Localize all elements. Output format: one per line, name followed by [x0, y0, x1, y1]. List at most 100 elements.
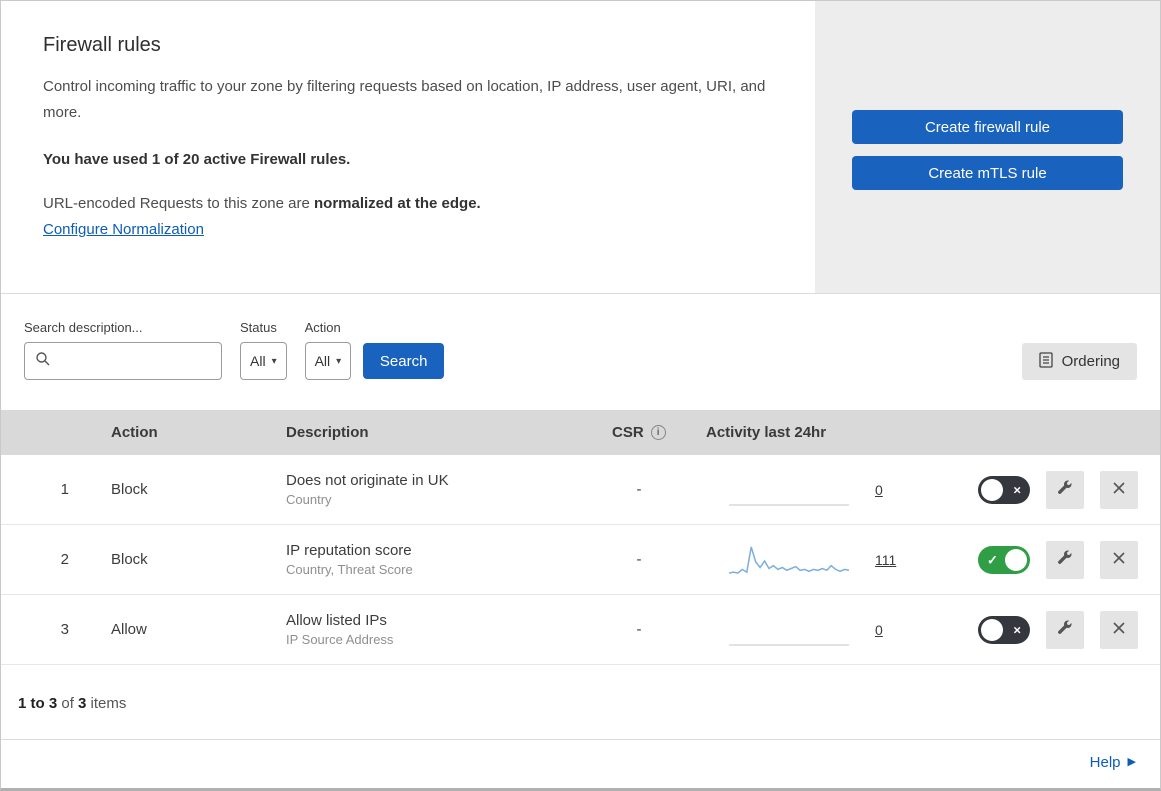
- rule-csr: -: [636, 551, 642, 568]
- edit-rule-button[interactable]: [1046, 610, 1084, 649]
- search-input-box[interactable]: [24, 342, 222, 380]
- table-row: 3 Allow Allow listed IPs IP Source Addre…: [1, 595, 1160, 665]
- page-description: Control incoming traffic to your zone by…: [43, 78, 766, 121]
- column-description: Description: [286, 424, 369, 441]
- column-csr: CSR i: [589, 424, 689, 441]
- rule-activity-cell: 111: [689, 542, 929, 578]
- close-icon: [1112, 551, 1126, 568]
- activity-count-link[interactable]: 0: [875, 622, 901, 638]
- column-action: Action: [111, 424, 158, 441]
- activity-sparkline: [729, 612, 849, 648]
- table-row: 2 Block IP reputation score Country, Thr…: [1, 525, 1160, 595]
- close-icon: [1112, 621, 1126, 638]
- create-mtls-rule-button[interactable]: Create mTLS rule: [852, 156, 1123, 190]
- normalization-bold-text: normalized at the edge.: [314, 195, 481, 212]
- rule-description-cell: Allow listed IPs IP Source Address: [264, 612, 589, 647]
- enable-toggle[interactable]: ×: [978, 615, 1030, 644]
- normalization-text: URL-encoded Requests to this zone are: [43, 195, 314, 212]
- actions-panel: Create firewall rule Create mTLS rule: [815, 1, 1160, 293]
- column-csr-label: CSR: [612, 424, 644, 441]
- overview-section: Firewall rules Control incoming traffic …: [1, 1, 1160, 294]
- items-count: 1 to 3 of 3 items: [1, 665, 1160, 739]
- rule-description: Allow listed IPs: [286, 612, 387, 629]
- delete-rule-button[interactable]: [1100, 470, 1138, 509]
- chevron-right-icon: ▶: [1127, 756, 1136, 768]
- search-group: Search description...: [24, 320, 222, 380]
- table-header: Action Description CSR i Activity last 2…: [1, 410, 1160, 455]
- create-firewall-rule-button[interactable]: Create firewall rule: [852, 110, 1123, 144]
- action-select-value: All: [314, 353, 331, 369]
- rule-description: IP reputation score: [286, 542, 412, 559]
- rule-fields: Country, Threat Score: [286, 562, 413, 577]
- activity-sparkline: [729, 472, 849, 508]
- wrench-icon: [1057, 550, 1073, 569]
- items-suffix: items: [86, 695, 127, 712]
- activity-count-link[interactable]: 111: [875, 552, 901, 568]
- firewall-overview-panel: Firewall rules Control incoming traffic …: [1, 1, 815, 293]
- rule-fields: Country: [286, 492, 332, 507]
- rule-csr: -: [636, 621, 642, 638]
- help-link[interactable]: Help ▶: [1090, 754, 1136, 771]
- toggle-knob: [981, 618, 1003, 641]
- rule-action: Block: [111, 481, 148, 498]
- activity-sparkline: [728, 542, 850, 578]
- edit-rule-button[interactable]: [1046, 470, 1084, 509]
- chevron-down-icon: ▾: [336, 355, 342, 367]
- toggle-state-icon: ✓: [987, 552, 998, 567]
- table-row: 1 Block Does not originate in UK Country…: [1, 455, 1160, 525]
- rule-description-cell: Does not originate in UK Country: [264, 472, 589, 507]
- rule-action: Block: [111, 551, 148, 568]
- search-icon: [35, 351, 51, 372]
- status-select[interactable]: All ▾: [240, 342, 287, 380]
- rule-csr: -: [636, 481, 642, 498]
- rule-fields: IP Source Address: [286, 632, 394, 647]
- toggle-knob: [1005, 548, 1027, 571]
- status-group: Status All ▾: [240, 320, 287, 380]
- delete-rule-button[interactable]: [1100, 540, 1138, 579]
- status-select-value: All: [250, 353, 266, 369]
- page-title: Firewall rules: [43, 34, 161, 56]
- rule-priority: 3: [60, 621, 69, 638]
- firewall-rules-page: Firewall rules Control incoming traffic …: [0, 0, 1161, 791]
- action-select[interactable]: All ▾: [304, 342, 352, 380]
- search-label: Search description...: [24, 320, 143, 335]
- enable-toggle[interactable]: ✓: [978, 545, 1030, 574]
- wrench-icon: [1057, 620, 1073, 639]
- configure-normalization-link[interactable]: Configure Normalization: [43, 221, 204, 238]
- wrench-icon: [1057, 480, 1073, 499]
- items-range: 1 to 3: [18, 695, 58, 712]
- ordering-button-label: Ordering: [1061, 353, 1120, 370]
- usage-summary: You have used 1 of 20 active Firewall ru…: [43, 151, 351, 168]
- help-link-label: Help: [1089, 754, 1121, 771]
- edit-rule-button[interactable]: [1046, 540, 1084, 579]
- list-document-icon: [1038, 351, 1053, 372]
- search-button[interactable]: Search: [363, 343, 445, 379]
- action-label: Action: [304, 320, 341, 335]
- rule-controls: ×: [929, 470, 1160, 509]
- close-icon: [1112, 481, 1126, 498]
- rule-activity-cell: 0: [689, 472, 929, 508]
- search-input[interactable]: [57, 353, 211, 369]
- activity-count-link[interactable]: 0: [875, 482, 901, 498]
- toggle-state-icon: ×: [1013, 622, 1021, 637]
- rule-activity-cell: 0: [689, 612, 929, 648]
- normalization-note: URL-encoded Requests to this zone are no…: [43, 195, 773, 212]
- status-label: Status: [240, 320, 277, 335]
- ordering-button[interactable]: Ordering: [1021, 343, 1137, 380]
- rule-description-cell: IP reputation score Country, Threat Scor…: [264, 542, 589, 577]
- filter-bar: Search description... Status All ▾ Actio…: [1, 294, 1160, 410]
- rule-controls: ✓: [929, 540, 1160, 579]
- items-of: of: [57, 695, 79, 712]
- enable-toggle[interactable]: ×: [978, 475, 1030, 504]
- toggle-state-icon: ×: [1013, 482, 1021, 497]
- help-row: Help ▶: [1, 739, 1160, 785]
- info-icon[interactable]: i: [650, 425, 666, 440]
- rule-priority: 1: [60, 481, 69, 498]
- toggle-knob: [981, 478, 1003, 501]
- column-activity: Activity last 24hr: [706, 424, 827, 441]
- rule-priority: 2: [60, 551, 69, 568]
- rule-action: Allow: [111, 621, 147, 638]
- action-group: Action All ▾: [304, 320, 352, 380]
- chevron-down-icon: ▾: [271, 355, 277, 367]
- delete-rule-button[interactable]: [1100, 610, 1138, 649]
